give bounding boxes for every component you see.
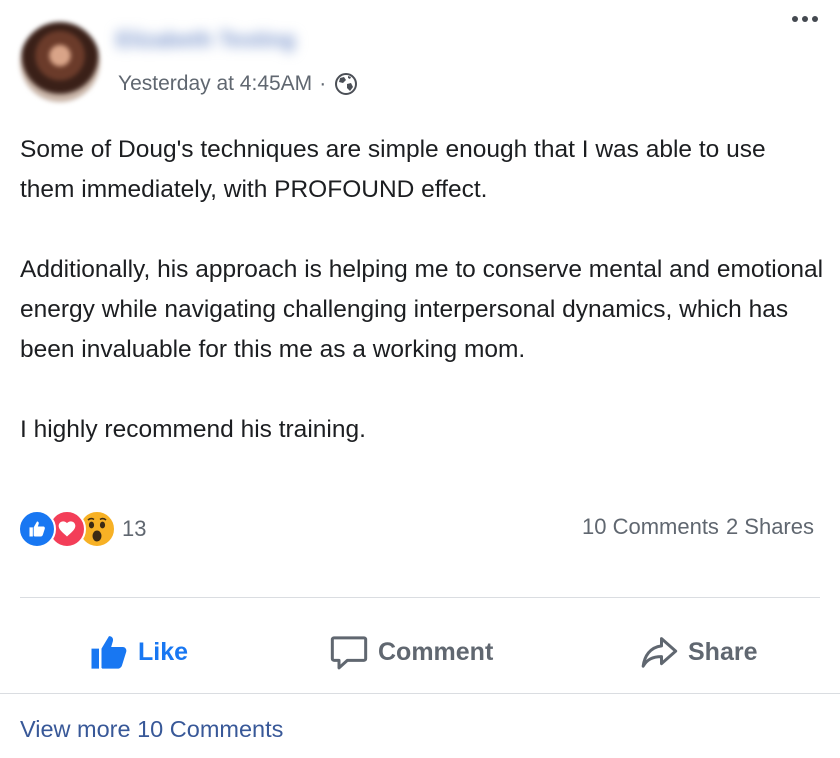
share-arrow-icon bbox=[641, 637, 678, 668]
shares-count[interactable]: 2 Shares bbox=[726, 514, 814, 540]
more-dot bbox=[792, 16, 798, 22]
like-label: Like bbox=[138, 637, 189, 666]
comment-button[interactable]: Comment bbox=[328, 620, 493, 684]
divider bbox=[0, 693, 840, 694]
more-options-icon[interactable] bbox=[788, 12, 822, 26]
view-more-comments-link[interactable]: View more 10 Comments bbox=[20, 716, 283, 743]
author-name[interactable]: Elizabeth Testing bbox=[116, 26, 295, 54]
action-bar: Like Comment Share bbox=[0, 620, 840, 684]
reaction-count[interactable]: 13 bbox=[122, 516, 146, 542]
meta-separator: · bbox=[319, 72, 327, 95]
post-timestamp[interactable]: Yesterday at 4:45AM bbox=[118, 72, 312, 96]
like-button[interactable]: Like bbox=[88, 620, 188, 684]
post-paragraph: Additionally, his approach is helping me… bbox=[20, 256, 824, 363]
divider bbox=[20, 597, 820, 598]
post-paragraph: I highly recommend his training. bbox=[20, 416, 366, 443]
globe-icon[interactable] bbox=[334, 72, 358, 96]
like-reaction-icon bbox=[18, 510, 56, 548]
more-dot bbox=[802, 16, 808, 22]
author-avatar[interactable] bbox=[20, 22, 100, 102]
post-paragraph: Some of Doug's techniques are simple eno… bbox=[20, 136, 766, 203]
comments-count[interactable]: 10 Comments bbox=[582, 514, 719, 540]
more-dot bbox=[812, 16, 818, 22]
share-button[interactable]: Share bbox=[638, 620, 757, 684]
engagement-counts: 10 Comments 2 Shares bbox=[582, 514, 814, 540]
post-meta: Yesterday at 4:45AM · bbox=[118, 72, 358, 96]
post-card: Elizabeth Testing Yesterday at 4:45AM · … bbox=[0, 0, 840, 758]
comment-icon bbox=[330, 636, 368, 670]
post-body: Some of Doug's techniques are simple eno… bbox=[20, 130, 825, 450]
thumbs-up-icon bbox=[91, 636, 127, 669]
share-label: Share bbox=[688, 637, 758, 666]
comment-label: Comment bbox=[378, 637, 494, 666]
reactions-summary[interactable]: 13 bbox=[18, 510, 146, 548]
